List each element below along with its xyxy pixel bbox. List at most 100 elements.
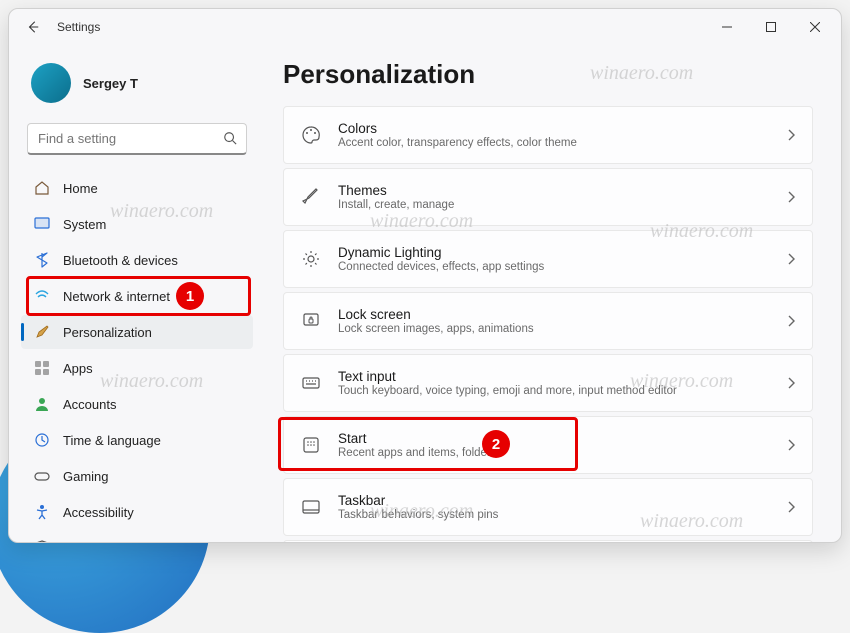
sidebar-item-label: Time & language (63, 433, 161, 448)
start-icon (300, 434, 322, 456)
sidebar-item-time[interactable]: Time & language (21, 423, 253, 457)
sidebar-item-label: Privacy & security (63, 541, 166, 543)
sidebar-item-label: Accessibility (63, 505, 134, 520)
palette-icon (300, 124, 322, 146)
clock-globe-icon (33, 431, 51, 449)
home-icon (33, 179, 51, 197)
arrow-left-icon (26, 20, 40, 34)
sidebar-item-label: Personalization (63, 325, 152, 340)
window-body: Sergey T Home System (9, 45, 841, 542)
sidebar-item-accessibility[interactable]: Accessibility (21, 495, 253, 529)
sidebar-item-label: Accounts (63, 397, 116, 412)
chevron-right-icon (786, 439, 796, 451)
card-subtitle: Lock screen images, apps, animations (338, 323, 770, 335)
card-text: Colors Accent color, transparency effect… (338, 121, 770, 149)
card-subtitle: Touch keyboard, voice typing, emoji and … (338, 385, 770, 397)
card-text: Start Recent apps and items, folders (338, 431, 770, 459)
system-icon (33, 215, 51, 233)
sidebar-item-home[interactable]: Home (21, 171, 253, 205)
sidebar-item-accounts[interactable]: Accounts (21, 387, 253, 421)
card-text: Text input Touch keyboard, voice typing,… (338, 369, 770, 397)
chevron-right-icon (786, 315, 796, 327)
annotation-badge-1: 1 (176, 282, 204, 310)
sidebar-item-gaming[interactable]: Gaming (21, 459, 253, 493)
cards: Colors Accent color, transparency effect… (283, 106, 813, 542)
card-subtitle: Connected devices, effects, app settings (338, 261, 770, 273)
chevron-right-icon (786, 253, 796, 265)
lockscreen-icon (300, 310, 322, 332)
sidebar-item-label: System (63, 217, 106, 232)
titlebar-controls (705, 12, 837, 42)
card-fonts[interactable]: Fonts Install, manage (283, 540, 813, 542)
app-title: Settings (57, 20, 100, 34)
card-subtitle: Recent apps and items, folders (338, 447, 770, 459)
card-title: Text input (338, 369, 770, 384)
sidebar-item-apps[interactable]: Apps (21, 351, 253, 385)
profile-section[interactable]: Sergey T (17, 53, 257, 117)
card-subtitle: Install, create, manage (338, 199, 770, 211)
settings-window: Settings Sergey T (8, 8, 842, 543)
card-title: Lock screen (338, 307, 770, 322)
card-themes[interactable]: Themes Install, create, manage (283, 168, 813, 226)
card-title: Dynamic Lighting (338, 245, 770, 260)
profile-name: Sergey T (83, 76, 138, 91)
titlebar: Settings (9, 9, 841, 45)
sidebar-item-label: Network & internet (63, 289, 170, 304)
keyboard-icon (300, 372, 322, 394)
annotation-badge-2: 2 (482, 430, 510, 458)
sidebar-item-bluetooth[interactable]: Bluetooth & devices (21, 243, 253, 277)
card-title: Start (338, 431, 770, 446)
sidebar-item-personalization[interactable]: Personalization (21, 315, 253, 349)
card-text: Dynamic Lighting Connected devices, effe… (338, 245, 770, 273)
card-colors[interactable]: Colors Accent color, transparency effect… (283, 106, 813, 164)
card-text: Lock screen Lock screen images, apps, an… (338, 307, 770, 335)
lighting-icon (300, 248, 322, 270)
accessibility-icon (33, 503, 51, 521)
card-subtitle: Taskbar behaviors, system pins (338, 509, 770, 521)
person-icon (33, 395, 51, 413)
sidebar-item-label: Apps (63, 361, 93, 376)
card-title: Themes (338, 183, 770, 198)
close-icon (810, 22, 820, 32)
card-start[interactable]: Start Recent apps and items, folders (283, 416, 813, 474)
sidebar-item-privacy[interactable]: Privacy & security (21, 531, 253, 542)
minimize-icon (722, 22, 732, 32)
bluetooth-icon (33, 251, 51, 269)
card-dynamic-lighting[interactable]: Dynamic Lighting Connected devices, effe… (283, 230, 813, 288)
gamepad-icon (33, 467, 51, 485)
sidebar-item-system[interactable]: System (21, 207, 253, 241)
back-button[interactable] (21, 15, 45, 39)
shield-icon (33, 539, 51, 542)
nav: Home System Bluetooth & devices Network … (17, 171, 257, 542)
sidebar-item-label: Bluetooth & devices (63, 253, 178, 268)
card-taskbar[interactable]: Taskbar Taskbar behaviors, system pins (283, 478, 813, 536)
apps-icon (33, 359, 51, 377)
sidebar: Sergey T Home System (9, 45, 261, 542)
search-input[interactable] (27, 123, 247, 155)
search-icon (223, 131, 237, 145)
sidebar-item-label: Gaming (63, 469, 109, 484)
paintbrush-icon (33, 323, 51, 341)
close-button[interactable] (793, 12, 837, 42)
card-text: Themes Install, create, manage (338, 183, 770, 211)
wifi-icon (33, 287, 51, 305)
avatar (31, 63, 71, 103)
chevron-right-icon (786, 191, 796, 203)
content: Personalization Colors Accent color, tra… (261, 45, 841, 542)
card-title: Taskbar (338, 493, 770, 508)
chevron-right-icon (786, 377, 796, 389)
card-lock-screen[interactable]: Lock screen Lock screen images, apps, an… (283, 292, 813, 350)
minimize-button[interactable] (705, 12, 749, 42)
chevron-right-icon (786, 129, 796, 141)
card-title: Colors (338, 121, 770, 136)
maximize-button[interactable] (749, 12, 793, 42)
sidebar-item-label: Home (63, 181, 98, 196)
card-text-input[interactable]: Text input Touch keyboard, voice typing,… (283, 354, 813, 412)
taskbar-icon (300, 496, 322, 518)
titlebar-left: Settings (21, 15, 100, 39)
sidebar-item-network[interactable]: Network & internet (21, 279, 253, 313)
maximize-icon (766, 22, 776, 32)
card-text: Taskbar Taskbar behaviors, system pins (338, 493, 770, 521)
chevron-right-icon (786, 501, 796, 513)
brush-icon (300, 186, 322, 208)
